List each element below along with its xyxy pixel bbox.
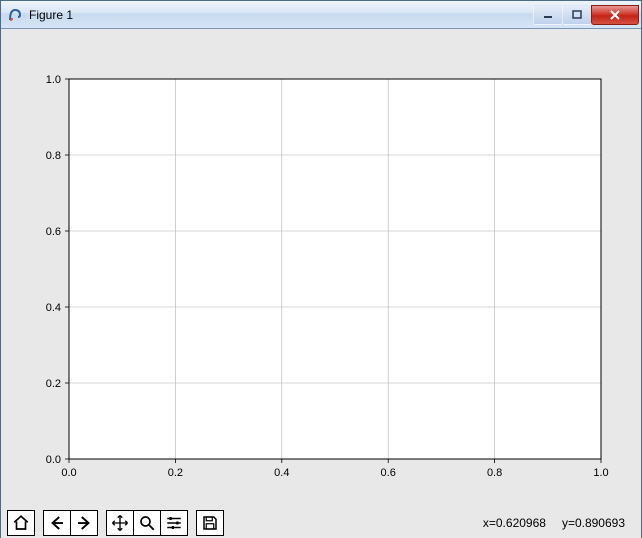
zoom-button[interactable] [133, 510, 161, 536]
svg-text:0.0: 0.0 [46, 454, 61, 466]
arrow-right-icon [75, 514, 93, 532]
svg-text:0.2: 0.2 [168, 467, 183, 479]
pan-button[interactable] [106, 510, 134, 536]
window-controls [534, 5, 639, 25]
svg-text:1.0: 1.0 [593, 467, 608, 479]
svg-text:0.2: 0.2 [46, 378, 61, 390]
window-title: Figure 1 [29, 8, 534, 22]
home-button[interactable] [7, 510, 35, 536]
arrow-left-icon [48, 514, 66, 532]
coord-x: x=0.620968 [483, 516, 546, 530]
figure-canvas[interactable]: 0.0 0.2 0.4 0.6 0.8 1.0 0.0 0.2 0.4 0.6 0.8 1.0 [1, 29, 641, 508]
coord-y: y=0.890693 [562, 516, 625, 530]
svg-text:0.6: 0.6 [381, 467, 396, 479]
plot-svg: 0.0 0.2 0.4 0.6 0.8 1.0 0.0 0.2 0.4 0.6 0.8 1.0 [1, 29, 641, 508]
save-button[interactable] [196, 510, 224, 536]
navigation-toolbar: x=0.620968 y=0.890693 [1, 508, 641, 538]
close-button[interactable] [591, 5, 639, 25]
python-tk-icon [7, 7, 23, 23]
back-button[interactable] [43, 510, 71, 536]
svg-text:0.6: 0.6 [46, 226, 61, 238]
save-icon [201, 514, 219, 532]
coordinate-readout: x=0.620968 y=0.890693 [483, 516, 635, 530]
svg-text:0.8: 0.8 [46, 150, 61, 162]
zoom-icon [138, 514, 156, 532]
svg-text:1.0: 1.0 [46, 74, 61, 86]
minimize-button[interactable] [533, 5, 563, 25]
move-icon [111, 514, 129, 532]
svg-text:0.4: 0.4 [274, 467, 289, 479]
home-icon [12, 514, 30, 532]
sliders-icon [165, 514, 183, 532]
svg-text:0.4: 0.4 [46, 302, 61, 314]
forward-button[interactable] [70, 510, 98, 536]
window-titlebar: Figure 1 [1, 1, 641, 29]
maximize-button[interactable] [562, 5, 592, 25]
configure-button[interactable] [160, 510, 188, 536]
svg-text:0.8: 0.8 [487, 467, 502, 479]
svg-text:0.0: 0.0 [61, 467, 76, 479]
